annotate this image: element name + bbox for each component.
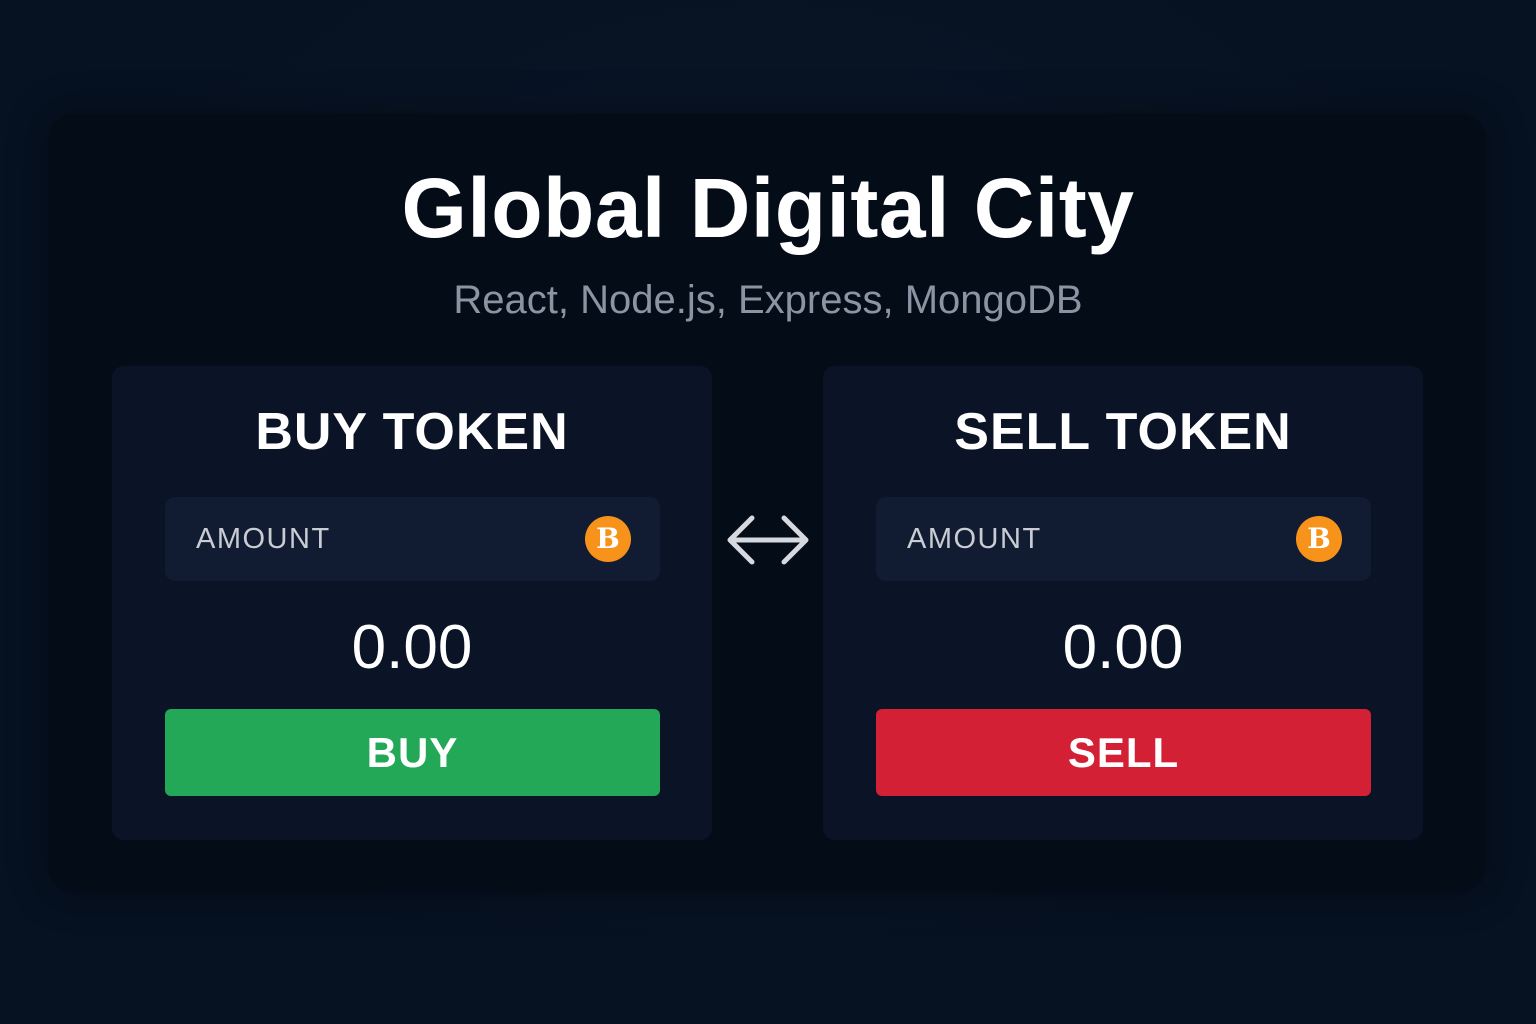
buy-button[interactable]: BUY: [165, 709, 660, 796]
app-background: Global Digital City React, Node.js, Expr…: [0, 0, 1536, 1024]
buy-amount-value: 0.00: [351, 613, 473, 682]
bitcoin-icon: B: [1296, 516, 1342, 562]
sell-amount-value: 0.00: [1062, 613, 1184, 682]
sell-token-title: SELL TOKEN: [954, 403, 1292, 461]
buy-token-panel: BUY TOKEN AMOUNT B 0.00 BUY: [112, 366, 712, 840]
sell-amount-field[interactable]: AMOUNT B: [876, 497, 1371, 581]
bitcoin-icon: B: [585, 516, 631, 562]
swap-arrows-icon: [727, 515, 809, 565]
sell-button[interactable]: SELL: [876, 709, 1371, 796]
buy-token-title: BUY TOKEN: [255, 403, 569, 461]
page-title: Global Digital City: [401, 161, 1135, 255]
sell-amount-label: AMOUNT: [907, 523, 1042, 555]
sell-token-panel: SELL TOKEN AMOUNT B 0.00 SELL: [823, 366, 1423, 840]
buy-amount-field[interactable]: AMOUNT B: [165, 497, 660, 581]
tech-stack-subtitle: React, Node.js, Express, MongoDB: [453, 278, 1083, 322]
buy-amount-label: AMOUNT: [196, 523, 331, 555]
